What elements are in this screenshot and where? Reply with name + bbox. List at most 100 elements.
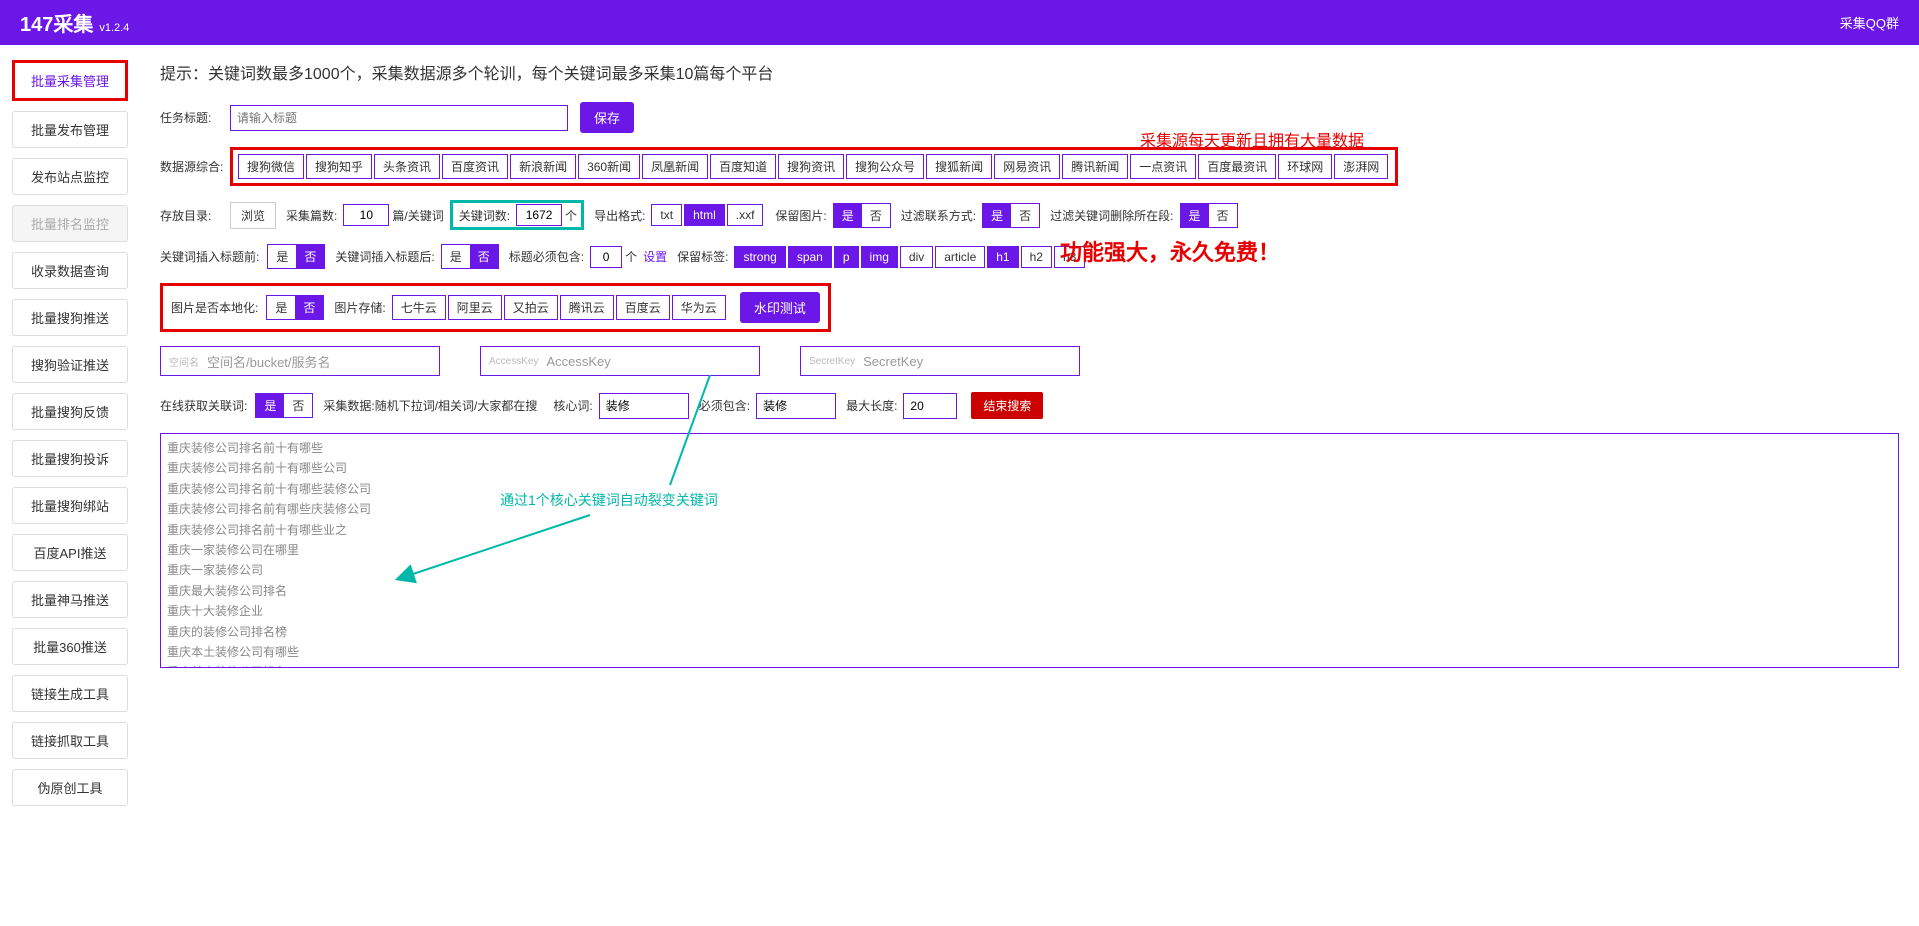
source-tag-4[interactable]: 新浪新闻	[510, 154, 576, 179]
sidebar-item-7[interactable]: 批量搜狗反馈	[12, 393, 128, 430]
label-task-title: 任务标题:	[160, 109, 230, 126]
fmt-html[interactable]: html	[684, 204, 725, 226]
sidebar-item-1[interactable]: 批量发布管理	[12, 111, 128, 148]
unit-per-kw: 篇/关键词	[392, 207, 443, 224]
space-name-input[interactable]: 空间名 空间名/bucket/服务名	[160, 346, 440, 376]
keep-img-toggle[interactable]: 是否	[833, 203, 891, 228]
label-must-inc: 必须包含:	[699, 397, 750, 414]
annotation-red-2: 功能强大，永久免费！	[1060, 235, 1280, 267]
source-tag-16[interactable]: 澎湃网	[1334, 154, 1388, 179]
label-save-dir: 存放目录:	[160, 207, 230, 224]
online-kw-toggle[interactable]: 是否	[255, 393, 313, 418]
source-tag-6[interactable]: 凤凰新闻	[642, 154, 708, 179]
end-search-button[interactable]: 结束搜索	[971, 392, 1043, 419]
sidebar-item-9[interactable]: 批量搜狗绑站	[12, 487, 128, 524]
tag-div[interactable]: div	[900, 246, 933, 268]
cloud-1[interactable]: 阿里云	[448, 295, 502, 320]
source-tag-3[interactable]: 百度资讯	[442, 154, 508, 179]
label-sources: 数据源综合:	[160, 158, 230, 175]
watermark-button[interactable]: 水印测试	[740, 292, 820, 323]
source-tag-8[interactable]: 搜狗资讯	[778, 154, 844, 179]
sidebar-item-2[interactable]: 发布站点监控	[12, 158, 128, 195]
cloud-0[interactable]: 七牛云	[392, 295, 446, 320]
must-inc-input[interactable]	[756, 393, 836, 419]
task-title-input[interactable]	[230, 105, 568, 131]
sidebar-item-0[interactable]: 批量采集管理	[15, 63, 125, 98]
app-title: 147采集	[20, 8, 93, 37]
kw-count-input[interactable]	[516, 204, 562, 226]
fmt-.xxf[interactable]: .xxf	[727, 204, 764, 226]
article-count-input[interactable]	[343, 204, 389, 226]
source-tag-12[interactable]: 腾讯新闻	[1062, 154, 1128, 179]
title-must-set-link[interactable]: 设置	[643, 248, 667, 265]
tag-p[interactable]: p	[834, 246, 859, 268]
tag-img[interactable]: img	[861, 246, 898, 268]
qq-group-link[interactable]: 采集QQ群	[1840, 13, 1899, 32]
source-tag-11[interactable]: 网易资讯	[994, 154, 1060, 179]
sidebar-item-3: 批量排名监控	[12, 205, 128, 242]
tag-strong[interactable]: strong	[734, 246, 785, 268]
sidebar-item-10[interactable]: 百度API推送	[12, 534, 128, 571]
tag-h2[interactable]: h2	[1021, 246, 1052, 268]
cloud-5[interactable]: 华为云	[672, 295, 726, 320]
sidebar-item-11[interactable]: 批量神马推送	[12, 581, 128, 618]
label-title-must: 标题必须包含:	[509, 248, 584, 265]
source-tag-1[interactable]: 搜狗知乎	[306, 154, 372, 179]
title-must-count-input[interactable]	[590, 246, 622, 268]
annotation-red-1: 采集源每天更新且拥有大量数据	[1140, 127, 1364, 151]
source-tag-10[interactable]: 搜狐新闻	[926, 154, 992, 179]
sidebar-item-4[interactable]: 收录数据查询	[12, 252, 128, 289]
sidebar-item-8[interactable]: 批量搜狗投诉	[12, 440, 128, 477]
browse-button[interactable]: 浏览	[230, 202, 276, 229]
source-tag-5[interactable]: 360新闻	[578, 154, 640, 179]
label-max-len: 最大长度:	[846, 397, 897, 414]
secret-key-input[interactable]: SecretKey SecretKey	[800, 346, 1080, 376]
cloud-4[interactable]: 百度云	[616, 295, 670, 320]
label-kw-count: 关键词数:	[459, 207, 510, 224]
sidebar-item-6[interactable]: 搜狗验证推送	[12, 346, 128, 383]
app-version: v1.2.4	[99, 22, 129, 34]
sidebar-item-5[interactable]: 批量搜狗推送	[12, 299, 128, 336]
tag-h1[interactable]: h1	[987, 246, 1018, 268]
source-tag-14[interactable]: 百度最资讯	[1198, 154, 1276, 179]
label-src-desc: 采集数据:随机下拉词/相关词/大家都在搜	[323, 397, 537, 414]
label-online-kw: 在线获取关联词:	[160, 397, 247, 414]
source-tag-13[interactable]: 一点资讯	[1130, 154, 1196, 179]
hint-text: 提示：关键词数最多1000个，采集数据源多个轮训，每个关键词最多采集10篇每个平…	[160, 60, 1899, 84]
source-tag-2[interactable]: 头条资讯	[374, 154, 440, 179]
kw-before-toggle[interactable]: 是否	[267, 244, 325, 269]
access-key-input[interactable]: AccessKey AccessKey	[480, 346, 760, 376]
label-img-store: 图片存储:	[334, 299, 385, 316]
unit-kw: 个	[565, 207, 577, 224]
sidebar-item-14[interactable]: 链接抓取工具	[12, 722, 128, 759]
annotation-teal: 通过1个核心关键词自动裂变关键词	[500, 490, 718, 510]
save-button[interactable]: 保存	[580, 102, 634, 133]
label-keep-tag: 保留标签:	[677, 248, 728, 265]
filter-contact-toggle[interactable]: 是否	[982, 203, 1040, 228]
filter-kw-para-toggle[interactable]: 是否	[1180, 203, 1238, 228]
source-tag-15[interactable]: 环球网	[1278, 154, 1332, 179]
cloud-2[interactable]: 又拍云	[504, 295, 558, 320]
tag-article[interactable]: article	[935, 246, 985, 268]
sidebar-item-15[interactable]: 伪原创工具	[12, 769, 128, 806]
source-tag-0[interactable]: 搜狗微信	[238, 154, 304, 179]
max-len-input[interactable]	[903, 393, 957, 419]
label-kw-before: 关键词插入标题前:	[160, 248, 259, 265]
unit-title: 个	[625, 248, 637, 265]
cloud-3[interactable]: 腾讯云	[560, 295, 614, 320]
keyword-list-textarea[interactable]	[160, 433, 1899, 668]
core-kw-input[interactable]	[599, 393, 689, 419]
kw-after-toggle[interactable]: 是否	[441, 244, 499, 269]
label-core-kw: 核心词:	[553, 397, 592, 414]
tag-span[interactable]: span	[788, 246, 832, 268]
sidebar-item-13[interactable]: 链接生成工具	[12, 675, 128, 712]
fmt-txt[interactable]: txt	[651, 204, 682, 226]
label-article-count: 采集篇数:	[286, 207, 337, 224]
label-filter-contact: 过滤联系方式:	[901, 207, 976, 224]
label-filter-kw-para: 过滤关键词删除所在段:	[1050, 207, 1173, 224]
source-tag-9[interactable]: 搜狗公众号	[846, 154, 924, 179]
source-tag-7[interactable]: 百度知道	[710, 154, 776, 179]
label-img-local: 图片是否本地化:	[171, 299, 258, 316]
img-local-toggle[interactable]: 是否	[266, 295, 324, 320]
sidebar-item-12[interactable]: 批量360推送	[12, 628, 128, 665]
